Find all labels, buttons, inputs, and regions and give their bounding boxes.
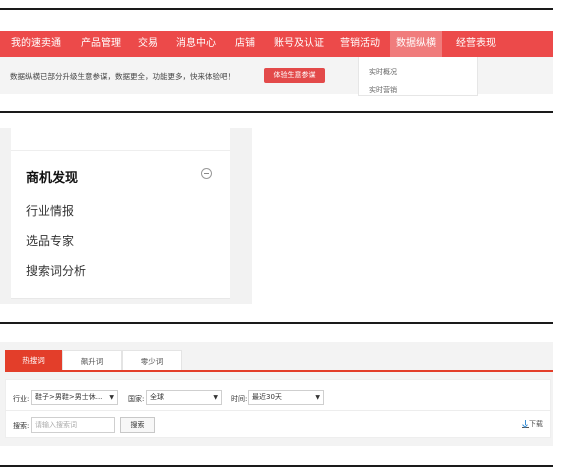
chevron-down-icon: ▼ — [315, 394, 320, 401]
divider-1 — [0, 111, 553, 113]
search-input[interactable] — [31, 417, 115, 433]
tab-rising-keywords[interactable]: 飙升词 — [62, 350, 122, 371]
tab-zero-few-keywords[interactable]: 零少词 — [122, 350, 182, 371]
collapse-icon[interactable] — [201, 168, 212, 179]
divider-bottom — [0, 465, 553, 467]
nav-item-store[interactable]: 店铺 — [235, 31, 255, 57]
country-select-value: 全球 — [150, 393, 164, 401]
tab-hot-keywords[interactable]: 热搜词 — [5, 350, 62, 371]
chevron-down-icon: ▼ — [109, 394, 114, 401]
nav-item-products[interactable]: 产品管理 — [81, 31, 121, 57]
search-label: 搜索: — [13, 422, 30, 430]
sidebar-section-title: 商机发现 — [26, 171, 79, 186]
dropdown-item-realtime-overview[interactable]: 实时概况 — [369, 67, 397, 77]
time-select[interactable]: 最近30天 ▼ — [248, 390, 324, 405]
industry-select[interactable]: 鞋子>男鞋>男士休... ▼ — [31, 390, 118, 405]
time-select-value: 最近30天 — [252, 393, 282, 401]
data-dropdown-menu: 实时概况 实时营销 — [358, 57, 478, 96]
chevron-down-icon: ▼ — [213, 394, 218, 401]
nav-item-trade[interactable]: 交易 — [138, 31, 158, 57]
nav-item-my-aliexpress[interactable]: 我的速卖通 — [11, 31, 61, 57]
download-label: 下载 — [529, 420, 543, 428]
top-navbar: 我的速卖通 产品管理 交易 消息中心 店铺 账号及认证 营销活动 数据纵横 经营… — [0, 31, 553, 57]
filter-divider — [5, 410, 551, 411]
divider-2 — [0, 322, 553, 324]
nav-item-account[interactable]: 账号及认证 — [274, 31, 324, 57]
search-button[interactable]: 搜索 — [120, 417, 155, 433]
dropdown-item-realtime-marketing[interactable]: 实时营销 — [369, 85, 397, 95]
download-button[interactable]: 下载 — [522, 419, 543, 429]
sidebar-item-product-expert[interactable]: 选品专家 — [26, 232, 74, 249]
nav-item-data[interactable]: 数据纵横 — [390, 31, 442, 57]
tab-underline — [5, 370, 553, 372]
country-select[interactable]: 全球 ▼ — [146, 390, 222, 405]
notice-text: 数据纵横已部分升级生意参谋，数据更全，功能更多，快来体验吧！ — [10, 72, 235, 81]
divider-top — [0, 8, 553, 10]
industry-label: 行业: — [13, 395, 30, 403]
sidebar-item-keyword-analysis[interactable]: 搜索词分析 — [26, 262, 86, 279]
industry-select-value: 鞋子>男鞋>男士休... — [35, 393, 103, 401]
download-icon — [522, 420, 529, 428]
sidebar-item-industry-intel[interactable]: 行业情报 — [26, 202, 74, 219]
sidebar-top-divider — [11, 150, 230, 151]
nav-item-marketing[interactable]: 营销活动 — [340, 31, 380, 57]
try-sycm-button[interactable]: 体验生意参谋 — [264, 68, 325, 83]
time-label: 时间: — [231, 395, 248, 403]
country-label: 国家: — [128, 395, 145, 403]
nav-item-performance[interactable]: 经营表现 — [456, 31, 496, 57]
nav-item-messages[interactable]: 消息中心 — [176, 31, 216, 57]
